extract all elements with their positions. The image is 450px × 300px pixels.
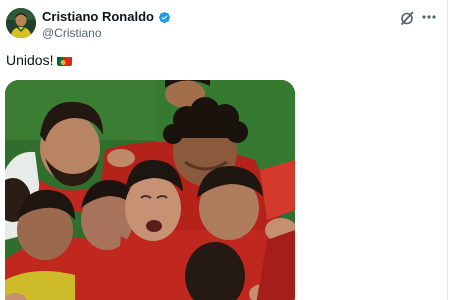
verified-badge-icon bbox=[158, 11, 171, 24]
tweet-text: Unidos! bbox=[6, 51, 73, 69]
author-avatar[interactable] bbox=[6, 8, 36, 38]
team-celebration-photo bbox=[5, 80, 295, 300]
avatar-photo bbox=[6, 8, 36, 38]
author-display-name[interactable]: Cristiano Ronaldo bbox=[42, 9, 154, 25]
grok-icon[interactable] bbox=[399, 10, 415, 26]
tweet-media-photo[interactable] bbox=[5, 80, 295, 300]
portugal-flag-icon bbox=[57, 55, 73, 66]
author-handle[interactable]: @Cristiano bbox=[42, 26, 102, 40]
right-divider bbox=[447, 0, 448, 300]
author-name-row[interactable]: Cristiano Ronaldo bbox=[42, 9, 171, 25]
tweet-text-body: Unidos! bbox=[6, 52, 54, 68]
tweet-card[interactable]: Cristiano Ronaldo @Cristiano Unidos! bbox=[0, 0, 450, 300]
more-options-icon[interactable] bbox=[420, 9, 438, 25]
